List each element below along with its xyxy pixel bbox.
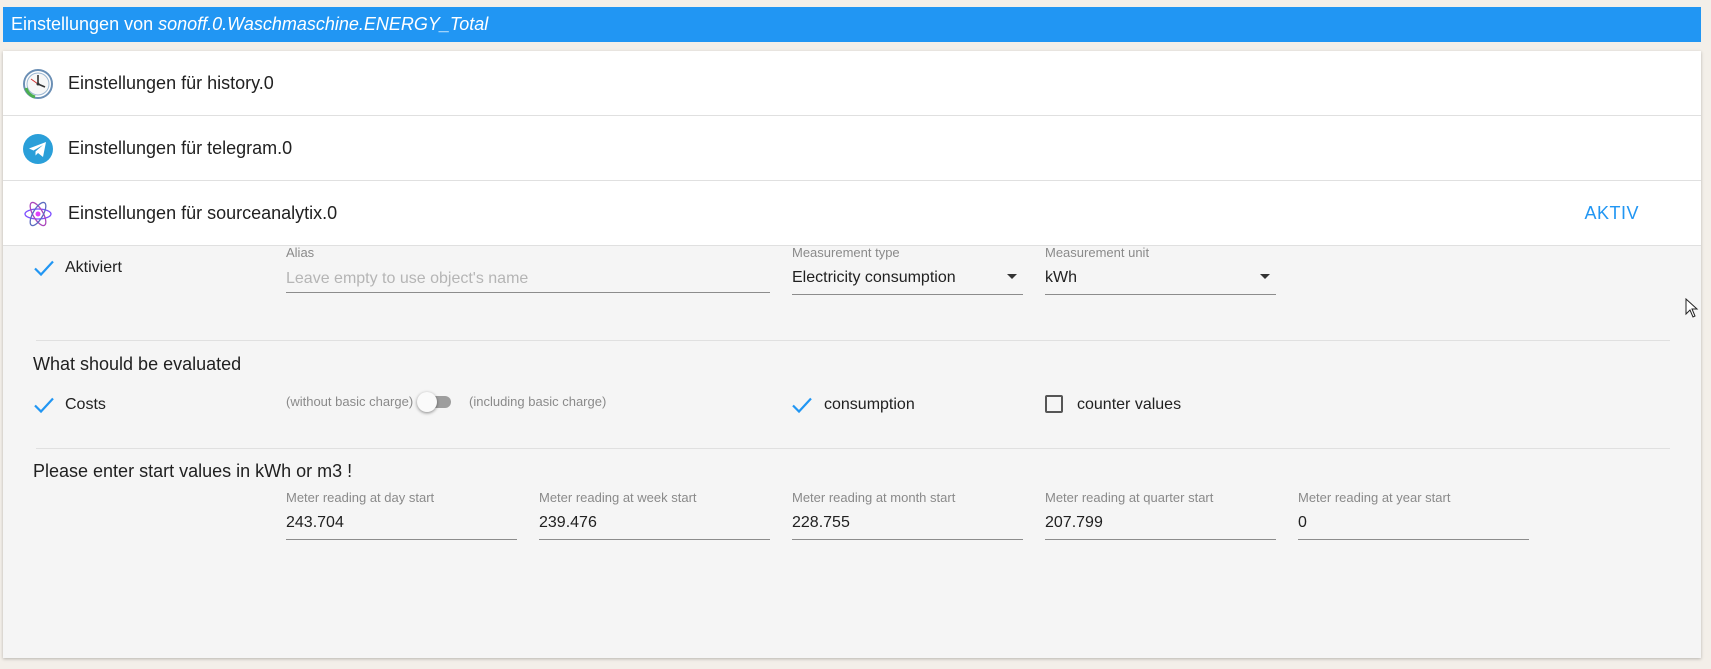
atom-icon [21, 197, 55, 231]
adapter-label-telegram: Einstellungen für telegram.0 [68, 138, 293, 158]
status-badge-aktiv[interactable]: AKTIV [1584, 181, 1639, 246]
aktiviert-check-icon[interactable] [32, 256, 56, 280]
week-start-value: 239.476 [539, 514, 597, 531]
quarter-start-value: 207.799 [1045, 514, 1103, 531]
counter-values-label: counter values [1077, 396, 1182, 413]
month-start-input[interactable]: 228.755 [792, 512, 1023, 540]
divider [36, 340, 1670, 341]
adapter-row-telegram[interactable]: Einstellungen für telegram.0 [3, 116, 1701, 181]
telegram-icon [21, 132, 55, 166]
evaluation-title: What should be evaluated [33, 354, 242, 374]
aktiviert-label: Aktiviert [65, 259, 122, 276]
measurement-unit-value: kWh [1045, 269, 1077, 286]
adapter-row-history[interactable]: Einstellungen für history.0 [3, 51, 1701, 116]
measurement-type-label: Measurement type [792, 245, 900, 260]
dialog-title-object: sonoff.0.Waschmaschine.ENERGY_Total [158, 14, 489, 34]
counter-values-checkbox[interactable] [1045, 395, 1063, 413]
without-basic-charge-label: (without basic charge) [286, 394, 414, 409]
measurement-unit-label: Measurement unit [1045, 245, 1150, 260]
dialog-title-prefix: Einstellungen von [11, 14, 159, 34]
adapter-label-history: Einstellungen für history.0 [68, 73, 274, 93]
history-clock-icon [21, 67, 55, 101]
adapter-row-sourceanalytix[interactable]: Einstellungen für sourceanalytix.0 AKTIV [3, 181, 1701, 246]
measurement-type-select[interactable]: Electricity consumption [792, 267, 1023, 295]
basic-charge-toggle[interactable] [417, 392, 453, 412]
alias-label: Alias [286, 245, 315, 260]
settings-panel: Einstellungen für history.0 Einstellunge… [3, 51, 1701, 658]
chevron-down-icon [1260, 274, 1270, 279]
day-start-input[interactable]: 243.704 [286, 512, 517, 540]
week-start-input[interactable]: 239.476 [539, 512, 770, 540]
day-start-label: Meter reading at day start [286, 490, 435, 505]
including-basic-charge-label: (including basic charge) [469, 394, 607, 409]
week-start-label: Meter reading at week start [539, 490, 697, 505]
day-start-value: 243.704 [286, 514, 344, 531]
consumption-check-icon[interactable] [790, 393, 814, 417]
quarter-start-input[interactable]: 207.799 [1045, 512, 1276, 540]
alias-input[interactable] [286, 265, 770, 293]
year-start-value: 0 [1298, 514, 1307, 531]
divider [36, 448, 1670, 449]
measurement-unit-select[interactable]: kWh [1045, 267, 1276, 295]
costs-label: Costs [65, 396, 106, 413]
month-start-label: Meter reading at month start [792, 490, 956, 505]
start-values-title: Please enter start values in kWh or m3 ! [33, 461, 353, 481]
chevron-down-icon [1007, 274, 1017, 279]
costs-check-icon[interactable] [32, 393, 56, 417]
measurement-type-value: Electricity consumption [792, 269, 956, 286]
consumption-label: consumption [824, 396, 915, 413]
adapter-label-sourceanalytix: Einstellungen für sourceanalytix.0 [68, 203, 338, 223]
year-start-input[interactable]: 0 [1298, 512, 1529, 540]
month-start-value: 228.755 [792, 514, 850, 531]
quarter-start-label: Meter reading at quarter start [1045, 490, 1214, 505]
dialog-title-bar: Einstellungen von sonoff.0.Waschmaschine… [3, 7, 1701, 42]
mouse-cursor-icon [1685, 297, 1699, 318]
year-start-label: Meter reading at year start [1298, 490, 1451, 505]
